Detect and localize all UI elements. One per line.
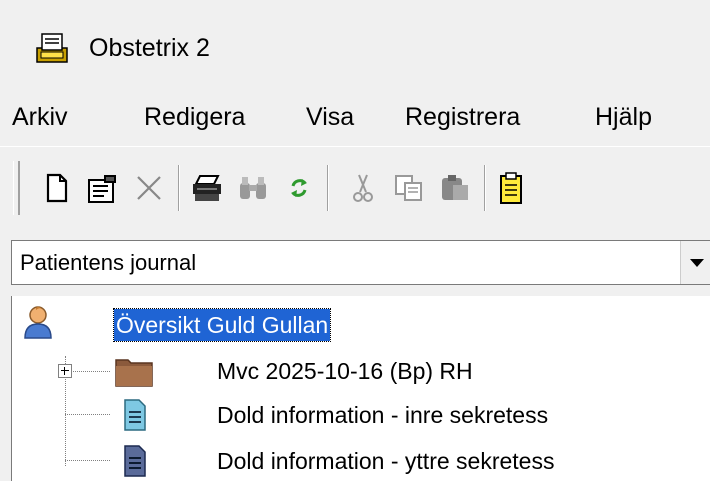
properties-button[interactable] bbox=[84, 169, 122, 207]
find-button[interactable] bbox=[234, 169, 272, 207]
new-document-button[interactable] bbox=[38, 169, 76, 207]
refresh-icon bbox=[291, 179, 307, 197]
app-icon bbox=[36, 33, 68, 63]
menu-hjalp[interactable]: Hjälp bbox=[595, 101, 652, 133]
properties-icon bbox=[88, 175, 116, 203]
cut-icon bbox=[353, 174, 373, 202]
tree-item-label[interactable]: Dold information - inre sekretess bbox=[217, 399, 548, 431]
journal-tree[interactable]: Översikt Guld Gullan Mvc 2025-10-16 (Bp)… bbox=[11, 296, 710, 481]
title-bar: Obstetrix 2 bbox=[0, 0, 710, 88]
expand-icon[interactable] bbox=[58, 364, 72, 378]
paste-button[interactable] bbox=[436, 169, 474, 207]
refresh-button[interactable] bbox=[280, 169, 318, 207]
document-light-icon bbox=[124, 399, 146, 431]
person-icon bbox=[24, 306, 52, 339]
clipboard-button[interactable] bbox=[492, 169, 530, 207]
menu-visa[interactable]: Visa bbox=[306, 101, 354, 133]
menu-redigera[interactable]: Redigera bbox=[144, 101, 245, 133]
menu-bar: Arkiv Redigera Visa Registrera Hjälp bbox=[0, 88, 710, 146]
tree-root-label[interactable]: Översikt Guld Gullan bbox=[112, 308, 332, 342]
copy-icon bbox=[395, 175, 422, 201]
find-icon bbox=[240, 177, 266, 199]
journal-select-value: Patientens journal bbox=[20, 250, 197, 275]
tree-connector bbox=[65, 460, 110, 461]
toolbar-separator bbox=[484, 165, 486, 211]
menu-registrera[interactable]: Registrera bbox=[405, 101, 520, 133]
print-button[interactable] bbox=[188, 169, 226, 207]
delete-icon bbox=[137, 176, 161, 200]
copy-button[interactable] bbox=[390, 169, 428, 207]
toolbar-separator bbox=[327, 165, 329, 211]
menu-arkiv[interactable]: Arkiv bbox=[12, 101, 68, 133]
tree-item-label[interactable]: Dold information - yttre sekretess bbox=[217, 445, 554, 477]
window-title: Obstetrix 2 bbox=[89, 34, 210, 62]
journal-select[interactable]: Patientens journal bbox=[11, 240, 710, 285]
document-dark-icon bbox=[124, 445, 146, 477]
print-icon bbox=[193, 175, 221, 201]
delete-button[interactable] bbox=[130, 169, 168, 207]
tree-item-label[interactable]: Mvc 2025-10-16 (Bp) RH bbox=[217, 355, 473, 387]
cut-button[interactable] bbox=[344, 169, 382, 207]
chevron-down-icon[interactable] bbox=[680, 241, 710, 284]
paste-icon bbox=[442, 175, 468, 200]
toolbar-grip-line bbox=[19, 161, 22, 215]
folder-icon bbox=[115, 359, 153, 387]
tree-connector bbox=[65, 414, 110, 415]
toolbar-separator bbox=[178, 165, 180, 211]
clipboard-icon bbox=[500, 172, 522, 204]
new-document-icon bbox=[46, 173, 68, 203]
toolbar bbox=[0, 146, 710, 229]
